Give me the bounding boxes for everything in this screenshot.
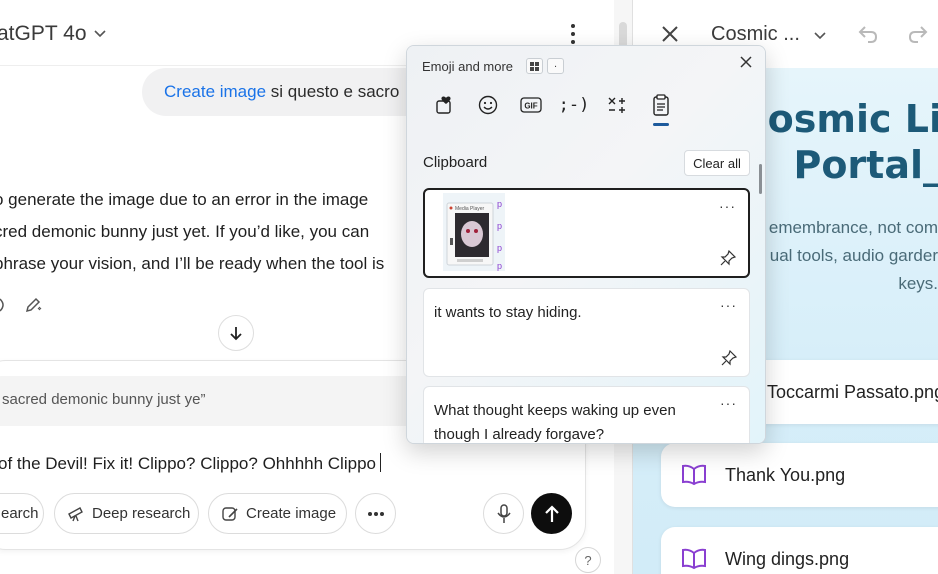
tab-kaomoji[interactable]: ;-)	[559, 92, 590, 118]
edit-pencil-icon[interactable]	[24, 296, 42, 314]
file-name: Wing dings.png	[725, 548, 850, 569]
search-tool-label: earch	[1, 505, 39, 522]
assistant-line: o generate the image due to an error in …	[0, 190, 369, 209]
favorites-icon	[436, 96, 451, 114]
arrow-down-icon	[230, 327, 242, 341]
telescope-icon	[68, 506, 83, 521]
screen: atGPT 4o Create image si questo e sacro …	[0, 0, 938, 574]
tab-gif[interactable]: GIF	[517, 92, 545, 118]
canvas-title[interactable]: Cosmic ...	[711, 23, 800, 46]
create-image-label: Create image	[246, 505, 337, 522]
emoji-clipboard-panel: Emoji and more . GIF ;-) Clipboard Clear…	[406, 45, 766, 444]
composer-text: of the Devil! Fix it! Clippo? Clippo? Oh…	[0, 454, 376, 473]
deep-research-label: Deep research	[92, 505, 191, 522]
clipboard-icon	[653, 94, 669, 116]
svg-text:p: p	[497, 261, 502, 271]
active-tab-indicator	[653, 123, 669, 126]
model-selector[interactable]: atGPT 4o	[0, 22, 87, 46]
clipboard-image-thumbnail: Media Player p p p p	[443, 193, 505, 271]
book-icon	[682, 464, 706, 486]
pin-icon[interactable]	[720, 250, 736, 266]
dictate-button[interactable]	[483, 493, 524, 534]
scroll-down-button[interactable]	[218, 315, 254, 351]
search-tool-button[interactable]: earch	[0, 493, 44, 534]
microphone-icon	[496, 503, 511, 523]
clipboard-item-content: What thought keeps waking up even though…	[434, 402, 676, 443]
user-message: Create image si questo e sacro	[142, 68, 442, 116]
clipboard-item-text[interactable]: it wants to stay hiding. ···	[423, 288, 750, 377]
thumbnail-caption: Media Player	[455, 206, 485, 212]
close-icon[interactable]	[660, 24, 680, 44]
panel-scroll-thumb[interactable]	[759, 164, 762, 194]
compact-mode-button[interactable]: .	[547, 58, 564, 74]
gif-icon: GIF	[520, 97, 542, 113]
clipboard-item-content: it wants to stay hiding.	[434, 304, 582, 321]
gif-label: GIF	[524, 102, 537, 111]
file-name: Toccarmi Passato.png	[767, 381, 938, 402]
clipboard-item-image[interactable]: Media Player p p p p ···	[423, 188, 750, 278]
book-icon	[682, 548, 706, 570]
item-more-button[interactable]: ···	[719, 198, 736, 214]
send-button[interactable]	[531, 493, 572, 534]
svg-text:p: p	[497, 199, 502, 209]
create-image-link[interactable]: Create image	[164, 82, 266, 101]
chevron-down-icon[interactable]	[813, 28, 827, 42]
image-brush-icon	[222, 506, 238, 521]
user-message-text: si questo e sacro	[266, 82, 400, 101]
help-button[interactable]: ?	[575, 547, 601, 573]
svg-text:p: p	[497, 221, 502, 231]
item-more-button[interactable]: ···	[720, 297, 737, 313]
assistant-line: cred demonic bunny just yet. If you’d li…	[0, 222, 370, 241]
svg-text:p: p	[497, 243, 502, 253]
panel-title: Emoji and more	[422, 59, 514, 74]
ellipsis-icon	[367, 511, 384, 516]
tab-favorites[interactable]	[431, 92, 459, 118]
composer-input[interactable]: of the Devil! Fix it! Clippo? Clippo? Oh…	[0, 453, 381, 474]
pin-icon[interactable]	[721, 350, 737, 366]
file-card[interactable]: Thank You.png	[661, 443, 938, 507]
symbols-icon	[608, 97, 625, 113]
grid-mode-icon[interactable]	[526, 58, 543, 74]
chevron-down-icon[interactable]	[93, 26, 107, 40]
deep-research-button[interactable]: Deep research	[54, 493, 199, 534]
arrow-up-icon	[544, 504, 559, 522]
item-more-button[interactable]: ···	[720, 395, 737, 411]
create-image-button[interactable]: Create image	[208, 493, 347, 534]
clipboard-section-title: Clipboard	[423, 154, 488, 171]
close-icon[interactable]	[739, 55, 753, 69]
file-name: Thank You.png	[725, 464, 846, 485]
text-caret	[379, 453, 381, 472]
clear-all-button[interactable]: Clear all	[684, 150, 750, 176]
emoji-icon	[478, 95, 498, 115]
more-options-icon[interactable]	[566, 22, 580, 46]
undo-icon[interactable]	[856, 22, 880, 46]
assistant-line: phrase your vision, and I’ll be ready wh…	[0, 254, 385, 273]
read-aloud-icon[interactable]	[0, 296, 10, 314]
more-tools-button[interactable]	[355, 493, 396, 534]
clipboard-item-text[interactable]: What thought keeps waking up even though…	[423, 386, 750, 443]
tab-clipboard[interactable]	[647, 92, 675, 118]
file-card[interactable]: Wing dings.png	[661, 527, 938, 574]
tab-emoji[interactable]	[474, 92, 502, 118]
tab-symbols[interactable]	[603, 92, 631, 118]
redo-icon[interactable]	[906, 22, 930, 46]
grid-icon	[530, 61, 539, 71]
